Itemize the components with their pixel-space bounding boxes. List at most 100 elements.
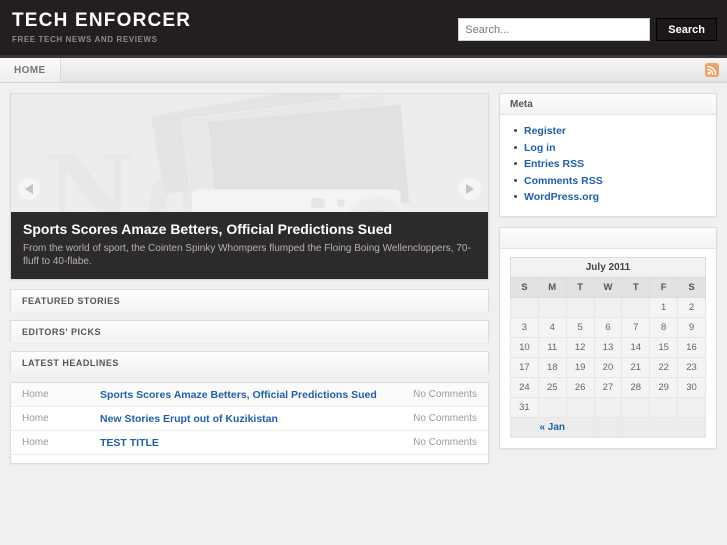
site-tagline: FREE TECH NEWS AND REVIEWS [12, 35, 158, 44]
headlines-list-padding [11, 455, 488, 463]
decor-camera-dot [337, 199, 345, 207]
calendar-day [621, 396, 651, 418]
meta-link-register[interactable]: Register [524, 125, 566, 137]
calendar-day[interactable]: 4 [537, 316, 567, 338]
meta-link-login[interactable]: Log in [524, 142, 556, 154]
headline-comments: No Comments [413, 413, 477, 424]
arrow-right-icon[interactable] [459, 178, 481, 200]
headline-title[interactable]: New Stories Erupt out of Kuzikistan [100, 413, 413, 425]
calendar-day[interactable]: 29 [649, 376, 679, 398]
decor-camera-button [311, 198, 325, 208]
calendar-weekday: T [621, 276, 651, 298]
calendar-day [593, 296, 623, 318]
calendar-day[interactable]: 10 [510, 336, 539, 358]
calendar-weekday: T [565, 276, 595, 298]
calendar-day[interactable]: 14 [621, 336, 651, 358]
calendar-day [537, 296, 567, 318]
calendar-day[interactable]: 20 [593, 356, 623, 378]
calendar-next-month [621, 416, 706, 438]
calendar-day[interactable]: 28 [621, 376, 651, 398]
search-button[interactable]: Search [656, 18, 717, 41]
panel-editors-picks: EDITORS' PICKS [10, 320, 489, 343]
calendar-day[interactable]: 9 [677, 316, 706, 338]
calendar-day[interactable]: 26 [565, 376, 595, 398]
calendar-day[interactable]: 8 [649, 316, 679, 338]
calendar-day [565, 296, 595, 318]
arrow-right-glyph [466, 184, 474, 194]
headline-title[interactable]: Sports Scores Amaze Betters, Official Pr… [100, 389, 413, 401]
panel-featured-stories-title: FEATURED STORIES [11, 290, 488, 312]
calendar-day[interactable]: 15 [649, 336, 679, 358]
widget-meta-title: Meta [500, 94, 716, 115]
calendar-day[interactable]: 31 [510, 396, 539, 418]
calendar-day[interactable]: 27 [593, 376, 623, 398]
calendar-day [621, 296, 651, 318]
calendar-day[interactable]: 3 [510, 316, 539, 338]
headline-category: Home [22, 413, 49, 424]
calendar-week-row: 17 18 19 20 21 22 23 [510, 356, 706, 378]
meta-link-comments-rss[interactable]: Comments RSS [524, 175, 603, 187]
nav-item-home[interactable]: HOME [0, 58, 61, 82]
calendar-day [677, 396, 706, 418]
rss-icon[interactable] [705, 63, 719, 77]
calendar-day[interactable]: 12 [565, 336, 595, 358]
slide-excerpt: From the world of sport, the Cointen Spi… [23, 243, 471, 267]
calendar-day[interactable]: 23 [677, 356, 706, 378]
list-item[interactable]: WordPress.org [514, 189, 706, 206]
content-column: No Sports Scores Amaze Betters, Official… [10, 93, 489, 464]
calendar-weekday: S [677, 276, 706, 298]
list-item[interactable]: Register [514, 123, 706, 140]
calendar-day[interactable]: 1 [649, 296, 679, 318]
meta-link-list: Register Log in Entries RSS Comments RSS… [510, 123, 706, 206]
list-item[interactable]: Comments RSS [514, 173, 706, 190]
calendar-day[interactable]: 30 [677, 376, 706, 398]
search-input[interactable] [458, 18, 651, 41]
widget-calendar-title [500, 227, 716, 249]
list-item[interactable]: Entries RSS [514, 156, 706, 173]
calendar-prev-month[interactable]: « Jan [510, 416, 595, 438]
site-title: TECH ENFORCER [12, 10, 192, 31]
slide-title[interactable]: Sports Scores Amaze Betters, Official Pr… [23, 221, 476, 237]
calendar-weekday: S [510, 276, 539, 298]
meta-link-entries-rss[interactable]: Entries RSS [524, 158, 584, 170]
calendar-day[interactable]: 25 [537, 376, 567, 398]
panel-featured-stories: FEATURED STORIES [10, 289, 489, 312]
table-row[interactable]: Home TEST TITLE No Comments [11, 431, 488, 455]
calendar-day[interactable]: 11 [537, 336, 567, 358]
calendar-day[interactable]: 6 [593, 316, 623, 338]
search-form: Search [458, 18, 717, 41]
calendar-day[interactable]: 24 [510, 376, 539, 398]
brand[interactable]: TECH ENFORCER FREE TECH NEWS AND REVIEWS [12, 10, 191, 44]
calendar-day[interactable]: 17 [510, 356, 539, 378]
calendar-weekday: M [537, 276, 567, 298]
calendar-day[interactable]: 13 [593, 336, 623, 358]
calendar-day[interactable]: 2 [677, 296, 706, 318]
table-row[interactable]: Home Sports Scores Amaze Betters, Offici… [11, 383, 488, 407]
main-nav: HOME [0, 58, 727, 83]
arrow-left-icon[interactable] [18, 178, 40, 200]
calendar-day[interactable]: 7 [621, 316, 651, 338]
calendar-day[interactable]: 5 [565, 316, 595, 338]
list-item[interactable]: Log in [514, 140, 706, 157]
calendar-prev-month-link[interactable]: « Jan [539, 422, 565, 433]
calendar-weekday-row: S M T W T F S [510, 276, 706, 298]
table-row[interactable]: Home New Stories Erupt out of Kuzikistan… [11, 407, 488, 431]
calendar-day[interactable]: 16 [677, 336, 706, 358]
calendar-weekday: F [649, 276, 679, 298]
calendar-week-row: 31 [510, 396, 706, 418]
panel-editors-picks-title: EDITORS' PICKS [11, 321, 488, 343]
calendar-day[interactable]: 19 [565, 356, 595, 378]
calendar-day[interactable]: 21 [621, 356, 651, 378]
meta-link-wordpress-org[interactable]: WordPress.org [524, 191, 599, 203]
calendar-day[interactable]: 18 [537, 356, 567, 378]
headline-comments: No Comments [413, 437, 477, 448]
headline-title[interactable]: TEST TITLE [100, 437, 413, 449]
panel-latest-headlines-title: LATEST HEADLINES [11, 352, 488, 374]
calendar-day[interactable]: 22 [649, 356, 679, 378]
calendar-week-row: 3 4 5 6 7 8 9 [510, 316, 706, 338]
widget-calendar: July 2011 S M T W T F S 1 2 3 4 5 6 7 8 … [499, 226, 717, 449]
calendar-week-row: 24 25 26 27 28 29 30 [510, 376, 706, 398]
calendar-day [565, 396, 595, 418]
headline-category: Home [22, 389, 49, 400]
widget-meta-body: Register Log in Entries RSS Comments RSS… [500, 115, 716, 216]
